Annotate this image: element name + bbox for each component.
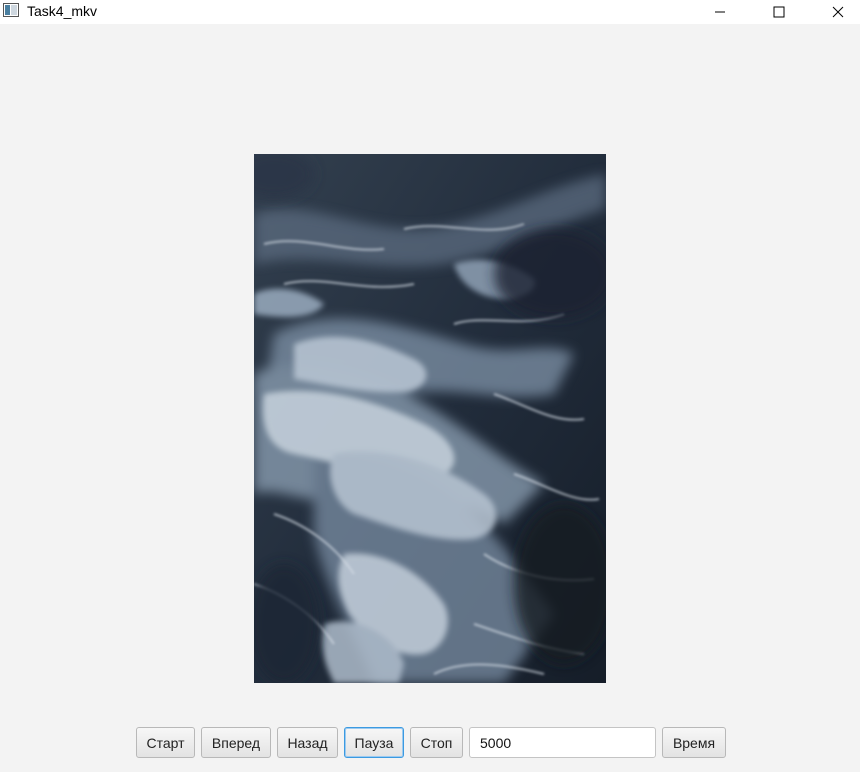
stop-button[interactable]: Стоп: [410, 727, 463, 758]
app-icon: [3, 3, 19, 17]
back-button[interactable]: Назад: [277, 727, 338, 758]
maximize-icon: [773, 6, 785, 18]
minimize-button[interactable]: [697, 0, 743, 24]
title-bar[interactable]: Task4_mkv: [0, 0, 860, 24]
time-button[interactable]: Время: [662, 727, 726, 758]
pause-button[interactable]: Пауза: [344, 727, 404, 758]
control-toolbar: Старт Вперед Назад Пауза Стоп Время: [0, 726, 860, 760]
minimize-icon: [715, 11, 725, 13]
close-button[interactable]: [815, 0, 860, 24]
app-window: Task4_mkv Старт Вперед Назад Пауза Стоп …: [0, 0, 860, 772]
delay-input[interactable]: [469, 727, 656, 758]
window-title: Task4_mkv: [27, 3, 98, 19]
close-icon: [832, 6, 844, 18]
start-button[interactable]: Старт: [136, 727, 195, 758]
forward-button[interactable]: Вперед: [201, 727, 271, 758]
maximize-button[interactable]: [756, 0, 802, 24]
image-view: [254, 154, 606, 683]
ocean-waves-image: [254, 154, 606, 683]
